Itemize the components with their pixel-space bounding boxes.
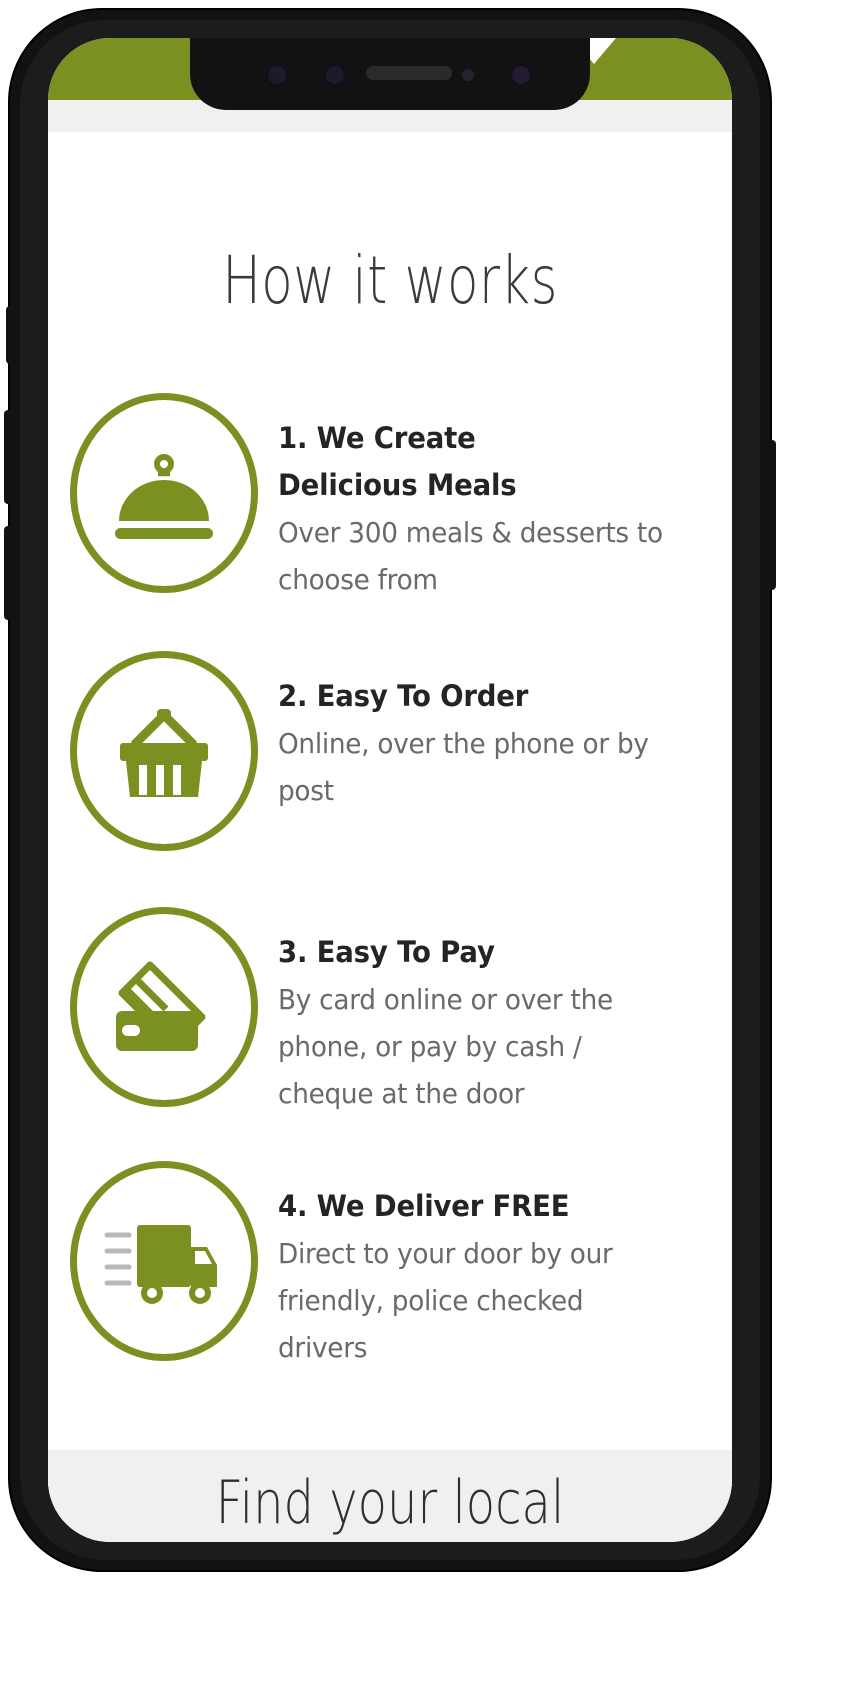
earpiece-speaker-icon bbox=[366, 66, 452, 80]
step-description: Over 300 meals & desserts to choose from bbox=[278, 515, 663, 596]
front-camera-icon bbox=[322, 62, 348, 88]
step-text: 4. We Deliver FREE Direct to your door b… bbox=[278, 1161, 706, 1371]
front-camera-icon bbox=[264, 62, 290, 88]
power-button[interactable] bbox=[764, 440, 776, 590]
volume-down-button[interactable] bbox=[4, 526, 16, 620]
step-title-line-2: Delicious Meals bbox=[278, 467, 517, 502]
page-content: How it works 1. We Create Delicious Meal… bbox=[48, 132, 732, 1542]
step-item: 4. We Deliver FREE Direct to your door b… bbox=[48, 1161, 732, 1371]
volume-up-button[interactable] bbox=[4, 410, 16, 504]
delivery-truck-icon bbox=[70, 1161, 258, 1362]
step-title-line-1: 1. We Create bbox=[278, 421, 476, 455]
phone-screen: How it works 1. We Create Delicious Meal… bbox=[48, 38, 732, 1542]
step-description: Online, over the phone or by post bbox=[278, 726, 649, 807]
front-camera-icon bbox=[508, 62, 534, 88]
step-item: 1. We Create Delicious Meals Over 300 me… bbox=[48, 393, 732, 603]
mute-switch-button[interactable] bbox=[6, 306, 16, 364]
step-text: 3. Easy To Pay By card online or over th… bbox=[278, 907, 706, 1117]
shopping-basket-icon bbox=[70, 651, 258, 851]
step-item: 3. Easy To Pay By card online or over th… bbox=[48, 907, 732, 1117]
step-text: 2. Easy To Order Online, over the phone … bbox=[278, 651, 706, 814]
how-it-works-steps: 1. We Create Delicious Meals Over 300 me… bbox=[48, 393, 732, 1371]
footer-section: Find your local bbox=[48, 1450, 732, 1542]
step-text: 1. We Create Delicious Meals Over 300 me… bbox=[278, 393, 706, 603]
footer-heading: Find your local bbox=[215, 1468, 565, 1538]
step-title-line-1: 2. Easy To Order bbox=[278, 679, 529, 713]
proximity-sensor-icon bbox=[462, 69, 474, 81]
step-description: Direct to your door by our friendly, pol… bbox=[278, 1237, 613, 1365]
step-description: By card online or over the phone, or pay… bbox=[278, 982, 613, 1111]
phone-frame: How it works 1. We Create Delicious Meal… bbox=[4, 10, 776, 1570]
phone-notch bbox=[190, 38, 590, 110]
cloche-icon bbox=[70, 393, 258, 593]
page-title: How it works bbox=[222, 242, 558, 319]
step-item: 2. Easy To Order Online, over the phone … bbox=[48, 651, 732, 851]
step-title-line-1: 3. Easy To Pay bbox=[278, 935, 495, 969]
step-title-line-1: 4. We Deliver FREE bbox=[278, 1189, 570, 1224]
screenshot-stage: How it works 1. We Create Delicious Meal… bbox=[0, 0, 846, 1704]
credit-card-icon bbox=[70, 907, 258, 1107]
